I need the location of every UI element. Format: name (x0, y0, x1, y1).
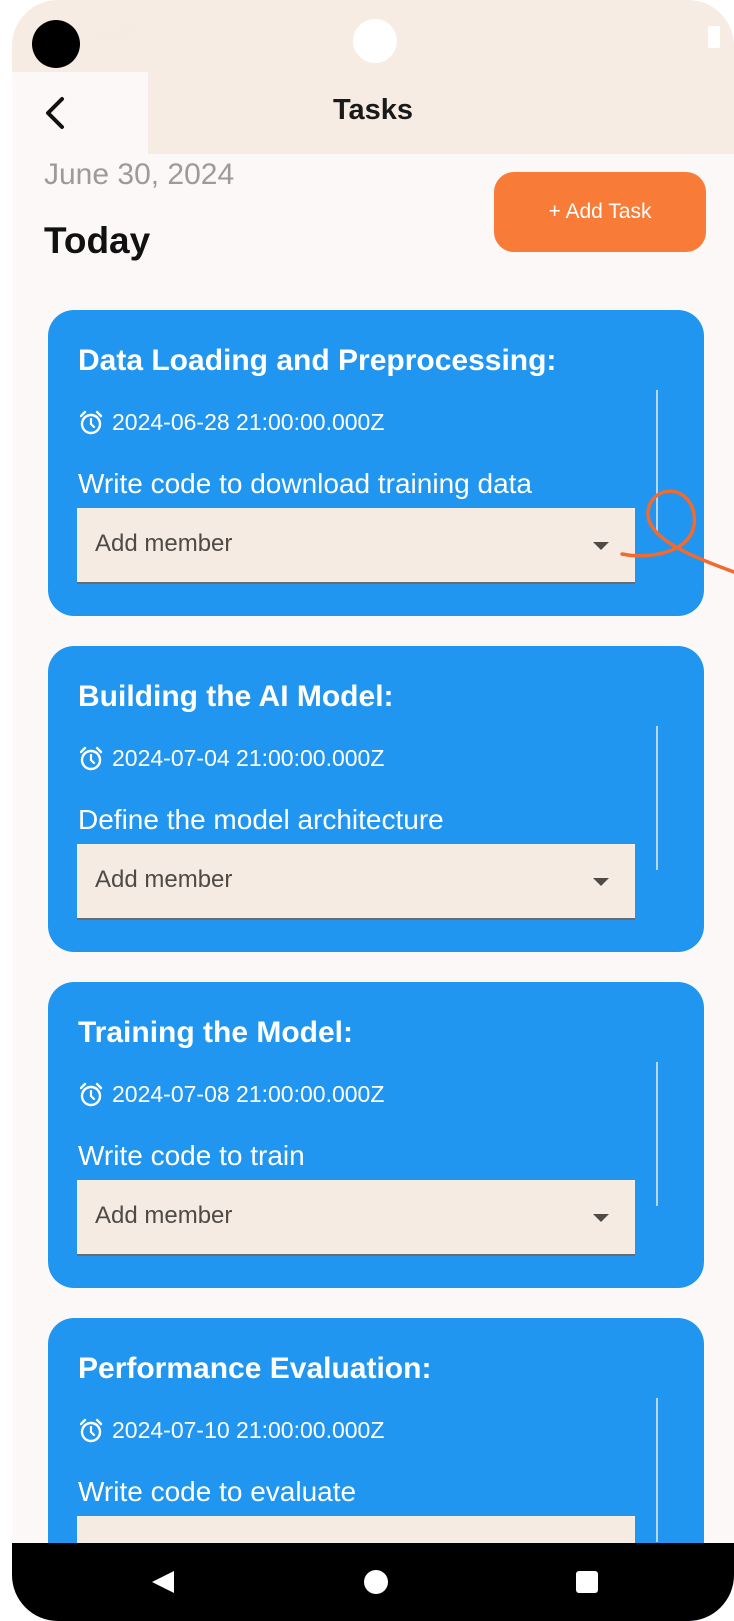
card-scrollbar[interactable] (656, 726, 658, 870)
alarm-clock-icon (79, 746, 103, 770)
task-card[interactable]: Building the AI Model: 2024-07-04 21:00:… (48, 646, 704, 952)
task-due-text: 2024-06-28 21:00:00.000Z (112, 409, 385, 435)
task-due: 2024-07-04 21:00:00.000Z (78, 745, 384, 772)
system-nav-bar (12, 1543, 734, 1621)
add-task-button[interactable]: + Add Task (494, 172, 706, 252)
task-title: Data Loading and Preprocessing: (78, 344, 557, 377)
task-title: Performance Evaluation: (78, 1352, 432, 1385)
nav-back-icon[interactable] (150, 1569, 176, 1595)
dropdown-arrow-icon (593, 542, 609, 550)
alarm-clock-icon (79, 1082, 103, 1106)
task-due: 2024-06-28 21:00:00.000Z (78, 409, 384, 436)
task-due-text: 2024-07-08 21:00:00.000Z (112, 1081, 385, 1107)
task-due: 2024-07-10 21:00:00.000Z (78, 1417, 384, 1444)
alarm-clock-icon (79, 410, 103, 434)
task-description: Define the model architecture (78, 804, 444, 835)
phone-screen: 4:47 Tasks June 30, 2024 Today + Add Tas… (12, 0, 734, 1621)
task-due-text: 2024-07-10 21:00:00.000Z (112, 1417, 385, 1443)
task-description: Write code to train (78, 1140, 305, 1171)
task-description: Write code to download training data (78, 468, 532, 499)
add-member-dropdown[interactable]: Add member (77, 1180, 635, 1256)
card-scrollbar[interactable] (656, 1398, 658, 1542)
nav-home-icon[interactable] (364, 1570, 388, 1594)
task-title: Building the AI Model: (78, 680, 394, 713)
card-scrollbar[interactable] (656, 390, 658, 534)
dropdown-arrow-icon (593, 878, 609, 886)
battery-icon (708, 26, 720, 48)
card-scrollbar[interactable] (656, 1062, 658, 1206)
add-member-label: Add member (95, 866, 233, 893)
task-description: Write code to evaluate (78, 1476, 357, 1507)
task-card[interactable]: Data Loading and Preprocessing: 2024-06-… (48, 310, 704, 616)
dropdown-arrow-icon (593, 1214, 609, 1222)
app-bar: Tasks (12, 72, 734, 154)
task-title: Training the Model: (78, 1016, 353, 1049)
date-label: June 30, 2024 (44, 158, 235, 191)
page-title: Tasks (332, 94, 414, 126)
add-member-dropdown[interactable]: Add member (77, 844, 635, 920)
add-member-label: Add member (95, 1202, 233, 1229)
task-due-text: 2024-07-04 21:00:00.000Z (112, 745, 385, 771)
alarm-clock-icon (79, 1418, 103, 1442)
camera-hole (32, 20, 80, 68)
status-bar: 4:47 (12, 0, 734, 72)
task-due: 2024-07-08 21:00:00.000Z (78, 1081, 384, 1108)
add-member-dropdown[interactable]: Add member (77, 508, 635, 584)
status-time: 4:47 (98, 24, 137, 46)
add-member-label: Add member (95, 530, 233, 557)
section-heading-today: Today (44, 220, 151, 261)
task-card[interactable]: Training the Model: 2024-07-08 21:00:00.… (48, 982, 704, 1288)
notification-dot-icon (353, 19, 397, 63)
nav-recents-icon[interactable] (576, 1571, 598, 1593)
